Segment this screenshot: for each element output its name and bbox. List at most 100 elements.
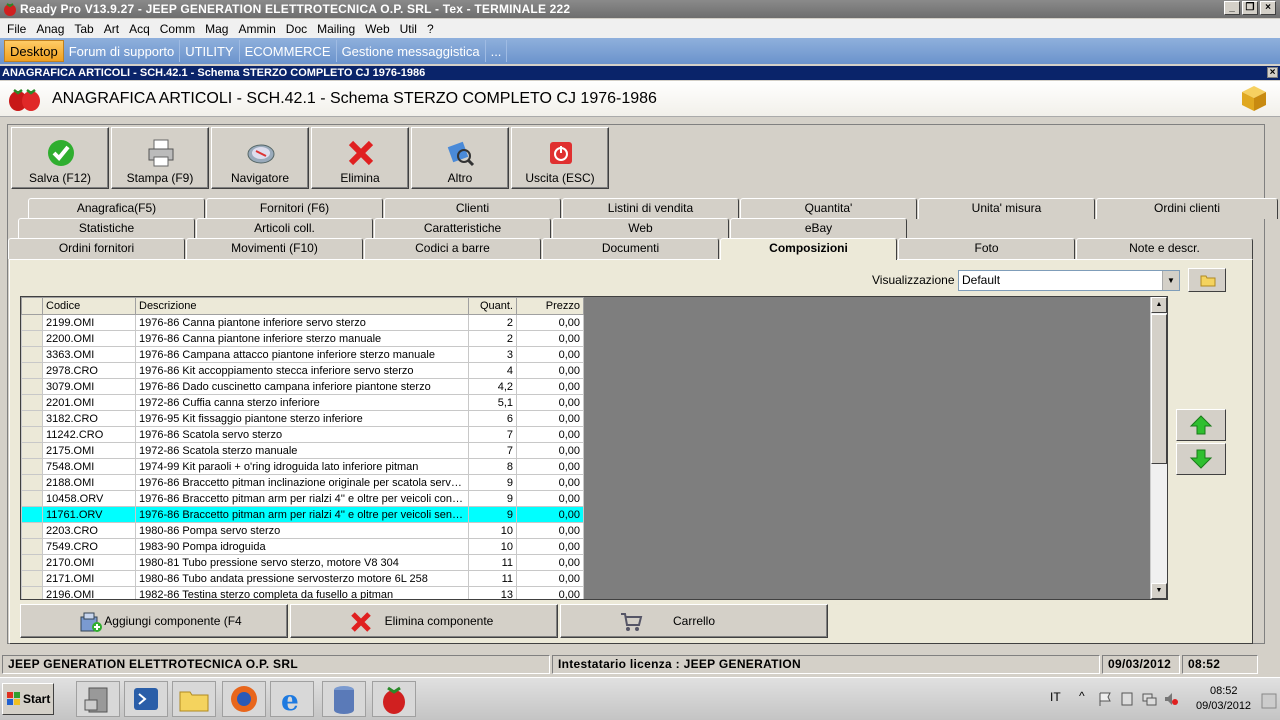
tab-quantita[interactable]: Quantita' <box>740 198 917 219</box>
column-header-quant[interactable]: Quant. <box>468 297 517 315</box>
form-close-button[interactable]: × <box>1267 67 1278 78</box>
tab-documenti[interactable]: Documenti <box>542 238 719 259</box>
chevron-down-icon[interactable]: ▼ <box>1162 271 1179 290</box>
table-row[interactable]: 3363.OMI 1976-86 Campana attacco piantone… <box>21 346 584 363</box>
table-row[interactable]: 2170.OMI 1980-81 Tubo pressione servo ste… <box>21 554 584 571</box>
tab-codici-barre[interactable]: Codici a barre <box>364 238 541 259</box>
table-row[interactable]: 2171.OMI 1980-86 Tubo andata pressione se… <box>21 570 584 587</box>
column-header-descrizione[interactable]: Descrizione <box>135 297 469 315</box>
add-component-button[interactable]: Aggiungi componente (F4 <box>20 604 288 638</box>
tab-foto[interactable]: Foto <box>898 238 1075 259</box>
row-selector[interactable] <box>21 346 43 363</box>
tab-fornitori[interactable]: Fornitori (F6) <box>206 198 383 219</box>
menu-file[interactable]: File <box>2 22 31 36</box>
tab-ordini-fornitori[interactable]: Ordini fornitori <box>8 238 185 259</box>
menu-ammin[interactable]: Ammin <box>233 22 280 36</box>
print-button[interactable]: Stampa (F9) <box>111 127 209 189</box>
tab-forum[interactable]: Forum di supporto <box>64 40 181 62</box>
move-down-button[interactable] <box>1176 443 1226 475</box>
menu-tab[interactable]: Tab <box>69 22 98 36</box>
row-selector[interactable] <box>21 314 43 331</box>
row-selector[interactable] <box>21 458 43 475</box>
table-row[interactable]: 7548.OMI 1974-99 Kit paraoli + o'ring idr… <box>21 458 584 475</box>
column-header-codice[interactable]: Codice <box>42 297 136 315</box>
flag-icon[interactable] <box>1097 691 1113 707</box>
tab-movimenti[interactable]: Movimenti (F10) <box>186 238 363 259</box>
table-row[interactable]: 2200.OMI 1976-86 Canna piantone inferiore… <box>21 330 584 347</box>
tab-ecommerce[interactable]: ECOMMERCE <box>240 40 337 62</box>
table-row[interactable]: 11242.CRO 1976-86 Scatola servo sterzo 7 0,… <box>21 426 584 443</box>
tab-utility[interactable]: UTILITY <box>180 40 240 62</box>
clock-time[interactable]: 08:52 <box>1210 685 1238 697</box>
volume-muted-icon[interactable] <box>1163 691 1179 707</box>
menu-doc[interactable]: Doc <box>281 22 312 36</box>
table-row[interactable]: 10458.ORV 1976-86 Braccetto pitman arm pe… <box>21 490 584 507</box>
remove-component-button[interactable]: Elimina componente <box>290 604 558 638</box>
table-row[interactable]: 2201.OMI 1972-86 Cuffia canna sterzo infe… <box>21 394 584 411</box>
menu-art[interactable]: Art <box>99 22 124 36</box>
tab-statistiche[interactable]: Statistiche <box>18 218 195 239</box>
tab-anagrafica[interactable]: Anagrafica(F5) <box>28 198 205 219</box>
row-selector[interactable] <box>21 490 43 507</box>
tab-more[interactable]: ... <box>486 40 508 62</box>
network-icon[interactable] <box>1141 691 1157 707</box>
scroll-up-icon[interactable]: ▲ <box>1151 297 1167 313</box>
view-select[interactable]: Default ▼ <box>958 270 1180 291</box>
row-selector[interactable] <box>21 506 43 523</box>
taskbar-database-icon[interactable] <box>322 681 366 717</box>
navigator-button[interactable]: Navigatore <box>211 127 309 189</box>
taskbar-explorer-icon[interactable] <box>172 681 216 717</box>
menu-anag[interactable]: Anag <box>31 22 69 36</box>
column-header-prezzo[interactable]: Prezzo <box>516 297 584 315</box>
table-row[interactable]: 2196.OMI 1982-86 Testina sterzo completa … <box>21 586 584 599</box>
row-selector[interactable] <box>21 586 43 599</box>
scroll-down-icon[interactable]: ▼ <box>1151 583 1167 599</box>
menu-help[interactable]: ? <box>422 22 439 36</box>
folder-button[interactable] <box>1188 268 1226 292</box>
table-row[interactable]: 11761.ORV 1976-86 Braccetto pitman arm pe… <box>21 506 584 523</box>
exit-button[interactable]: Uscita (ESC) <box>511 127 609 189</box>
tab-articoli-coll[interactable]: Articoli coll. <box>196 218 373 239</box>
other-button[interactable]: Altro <box>411 127 509 189</box>
row-selector[interactable] <box>21 538 43 555</box>
menu-acq[interactable]: Acq <box>124 22 155 36</box>
table-row[interactable]: 2175.OMI 1972-86 Scatola sterzo manuale 7 0… <box>21 442 584 459</box>
row-selector[interactable] <box>21 570 43 587</box>
device-icon[interactable] <box>1119 691 1135 707</box>
table-row[interactable]: 2203.CRO 1980-86 Pompa servo sterzo 10 0,00 <box>21 522 584 539</box>
show-desktop-icon[interactable] <box>1261 693 1277 709</box>
delete-button[interactable]: Elimina <box>311 127 409 189</box>
start-button[interactable]: Start <box>2 683 54 715</box>
taskbar-readypro-icon[interactable] <box>372 681 416 717</box>
tab-composizioni[interactable]: Composizioni <box>720 238 897 260</box>
table-row[interactable]: 7549.CRO 1983-90 Pompa idroguida 10 0,00 <box>21 538 584 555</box>
row-selector[interactable] <box>21 410 43 427</box>
save-button[interactable]: Salva (F12) <box>11 127 109 189</box>
table-row[interactable]: 2978.CRO 1976-86 Kit accoppiamento stecca… <box>21 362 584 379</box>
row-selector[interactable] <box>21 474 43 491</box>
restore-button[interactable]: ❐ <box>1242 1 1258 15</box>
table-row[interactable]: 3182.CRO 1976-95 Kit fissaggio piantone s… <box>21 410 584 427</box>
menu-mailing[interactable]: Mailing <box>312 22 360 36</box>
tab-ordini-clienti[interactable]: Ordini clienti <box>1096 198 1278 219</box>
grid-scrollbar[interactable]: ▲ ▼ <box>1150 297 1167 599</box>
taskbar-ie-icon[interactable]: e <box>270 681 314 717</box>
taskbar-server-manager-icon[interactable] <box>76 681 120 717</box>
tab-unita-misura[interactable]: Unita' misura <box>918 198 1095 219</box>
minimize-button[interactable]: _ <box>1224 1 1240 15</box>
table-row[interactable]: 3079.OMI 1976-86 Dado cuscinetto campana … <box>21 378 584 395</box>
table-row[interactable]: 2199.OMI 1976-86 Canna piantone inferiore… <box>21 314 584 331</box>
row-selector[interactable] <box>21 394 43 411</box>
tab-clienti[interactable]: Clienti <box>384 198 561 219</box>
tab-messaggistica[interactable]: Gestione messaggistica <box>337 40 486 62</box>
menu-comm[interactable]: Comm <box>155 22 200 36</box>
row-selector[interactable] <box>21 362 43 379</box>
window-title-bar[interactable]: Ready Pro V13.9.27 - JEEP GENERATION ELE… <box>0 0 1280 18</box>
menu-util[interactable]: Util <box>395 22 422 36</box>
row-selector[interactable] <box>21 522 43 539</box>
tab-web[interactable]: Web <box>552 218 729 239</box>
tab-caratteristiche[interactable]: Caratteristiche <box>374 218 551 239</box>
close-button[interactable]: × <box>1260 1 1276 15</box>
table-row[interactable]: 2188.OMI 1976-86 Braccetto pitman inclina… <box>21 474 584 491</box>
taskbar-firefox-icon[interactable] <box>222 681 266 717</box>
